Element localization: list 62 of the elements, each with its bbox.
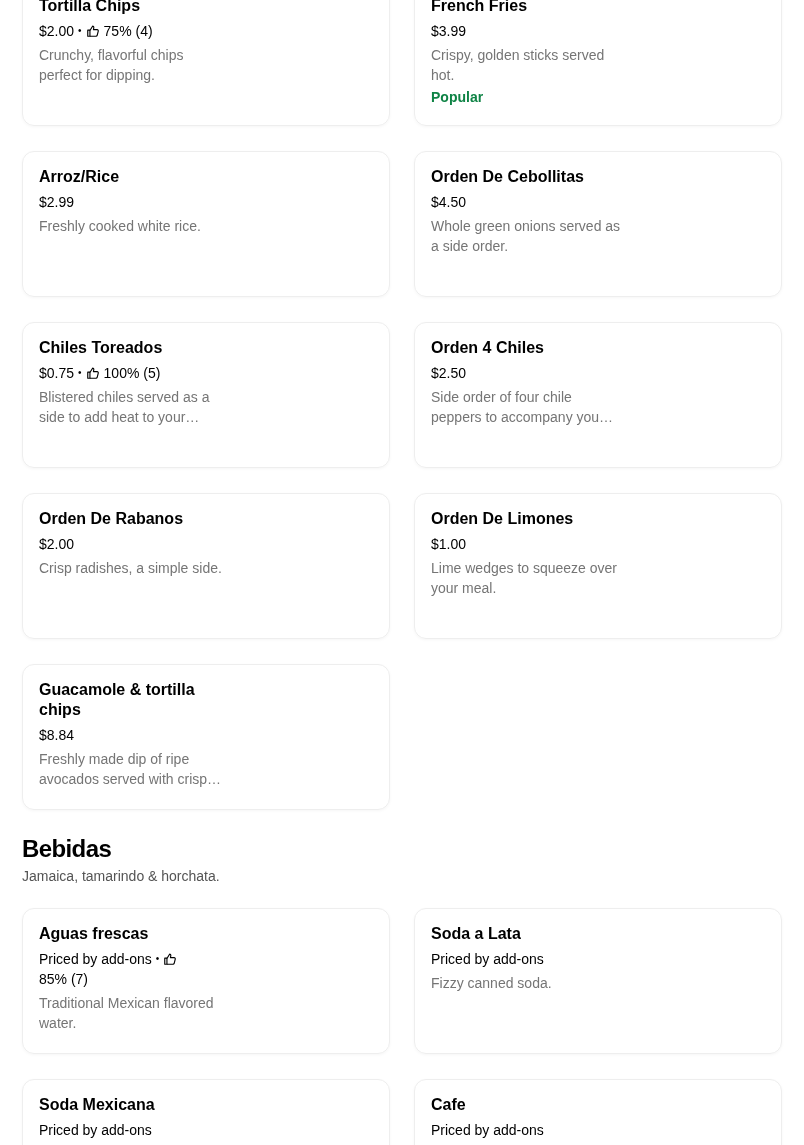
item-name: Orden De Limones [431, 509, 574, 529]
item-description: Freshly cooked white rice. [39, 217, 201, 236]
item-price: $3.99 [431, 22, 467, 41]
item-description: Fizzy canned soda. [431, 974, 552, 993]
item-name: Orden De Rabanos [39, 509, 184, 529]
item-name: Soda a Lata [431, 924, 521, 944]
item-price: $2.00 [39, 535, 75, 554]
item-name: Arroz/Rice [39, 167, 120, 187]
item-name: Cafe [431, 1095, 466, 1115]
item-price: $1.00 [431, 535, 467, 554]
section-heading: Bebidas [22, 834, 112, 864]
separator-dot: • [78, 24, 82, 38]
item-description: Crisp radishes, a simple side. [39, 559, 222, 578]
item-price: $2.00 [39, 22, 75, 41]
menu-item-card[interactable]: Soda Mexicana Priced by add-ons [22, 1079, 390, 1145]
item-price: $4.50 [431, 193, 467, 212]
menu-item-card[interactable]: Aguas frescas Priced by add-ons • 85% (7) Traditional Mexican flavored water. [22, 908, 390, 1054]
item-description: Side order of four chile peppers to accompany you… [431, 388, 615, 427]
item-price: $0.75 [39, 364, 75, 383]
item-name: Orden 4 Chiles [431, 338, 544, 358]
menu-item-card[interactable]: Soda a Lata Priced by add-ons Fizzy canned soda. [414, 908, 782, 1054]
item-price: $8.84 [39, 726, 75, 745]
menu-item-card[interactable]: Orden De Rabanos $2.00 Crisp radishes, a simple side. [22, 493, 390, 639]
menu-item-card[interactable]: Guacamole & tortilla chips $8.84 Freshly made dip of ripe avocados served with crisp… [22, 664, 390, 810]
item-rating: 85% (7) [39, 970, 89, 989]
item-description: Whole green onions served as a side order. [431, 217, 621, 256]
separator-dot: • [155, 952, 160, 966]
item-price: $2.99 [39, 193, 75, 212]
menu-item-card[interactable]: Orden De Limones $1.00 Lime wedges to squeeze over your meal. [414, 493, 782, 639]
item-name: Aguas frescas [39, 924, 149, 944]
menu-item-card[interactable]: Orden De Cebollitas $4.50 Whole green onions served as a side order. [414, 151, 782, 297]
item-description: Blistered chiles served as a side to add heat to your… [39, 388, 211, 427]
item-description: Crispy, golden sticks served hot. [431, 46, 606, 85]
item-price: Priced by add-ons [431, 1121, 544, 1140]
separator-dot: • [78, 366, 82, 380]
menu-item-card[interactable]: French Fries $3.99 Crispy, golden sticks served hot. Popular [414, 0, 782, 126]
item-description: Crunchy, flavorful chips perfect for dipping. [39, 46, 185, 85]
popular-label: Popular [431, 88, 484, 107]
item-description: Lime wedges to squeeze over your meal. [431, 559, 618, 598]
thumbs-up-icon [163, 952, 178, 966]
menu-item-card[interactable]: Tortilla Chips $2.00 • 75% (4) Crunchy, flavorful chips perfect for dipping. [22, 0, 390, 126]
menu-item-card[interactable]: Cafe Priced by add-ons [414, 1079, 782, 1145]
item-name: Soda Mexicana [39, 1095, 155, 1115]
item-price: $2.50 [431, 364, 467, 383]
item-name: Guacamole & tortilla chips [39, 680, 196, 720]
item-name: Tortilla Chips [39, 0, 141, 16]
thumbs-up-icon [85, 366, 100, 380]
item-rating: 75% (4) [103, 22, 153, 41]
item-name: Orden De Cebollitas [431, 167, 584, 187]
item-price: Priced by add-ons [39, 950, 152, 969]
item-description: Traditional Mexican flavored water. [39, 994, 215, 1033]
menu-item-card[interactable]: Chiles Toreados $0.75 • 100% (5) Blistered chiles served as a side to add heat to your… [22, 322, 390, 468]
item-price: Priced by add-ons [431, 950, 544, 969]
item-price: Priced by add-ons [39, 1121, 152, 1140]
item-name: French Fries [431, 0, 528, 16]
menu-item-card[interactable]: Arroz/Rice $2.99 Freshly cooked white rice. [22, 151, 390, 297]
menu-item-card[interactable]: Orden 4 Chiles $2.50 Side order of four chile peppers to accompany you… [414, 322, 782, 468]
thumbs-up-icon [85, 24, 100, 38]
section-description: Jamaica, tamarindo & horchata. [22, 867, 220, 886]
item-name: Chiles Toreados [39, 338, 163, 358]
item-description: Freshly made dip of ripe avocados served with crisp… [39, 750, 223, 789]
item-rating: 100% (5) [103, 364, 161, 383]
